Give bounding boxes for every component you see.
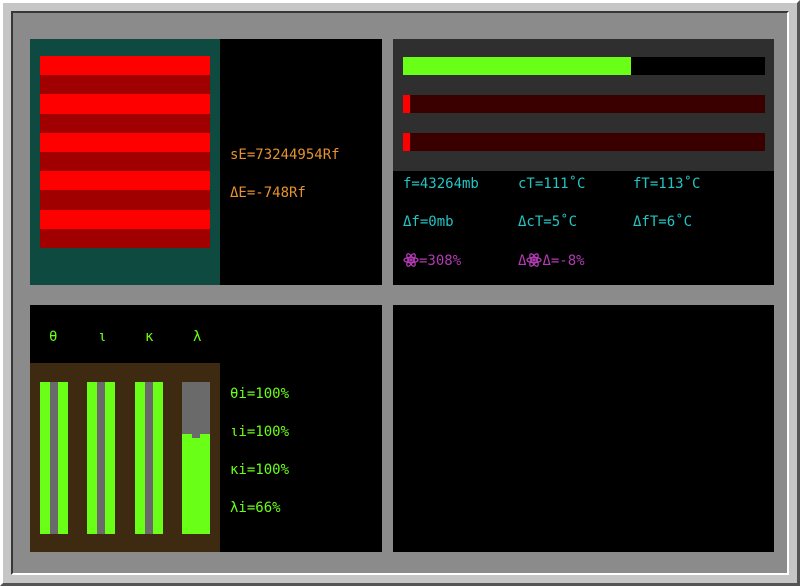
- fuel-temp-bar: [403, 133, 765, 151]
- delta-symbol: Δ: [518, 253, 527, 269]
- core-temp-delta-label: ΔcT=5˚C: [518, 214, 578, 230]
- energy-delta-label: ΔE=-748Rf: [230, 185, 306, 201]
- energy-stripe: [40, 190, 210, 210]
- cell-readout-kappa: κi=100%: [230, 462, 290, 478]
- energy-stripe: [40, 113, 210, 133]
- radiation-readout: =308%: [403, 252, 461, 269]
- energy-stripe: [40, 171, 210, 191]
- energy-stripe: [40, 228, 210, 248]
- core-temp-bar-fill: [403, 95, 411, 113]
- cell-kappa-gap: [145, 382, 153, 534]
- cell-iota: [87, 382, 115, 534]
- cell-lambda: [182, 382, 210, 534]
- empty-panel: [393, 305, 774, 552]
- radiation-delta-label: Δ=-8%: [542, 253, 585, 269]
- atom-icon: [403, 253, 419, 267]
- fuel-temp-label: fT=113˚C: [633, 176, 701, 192]
- cell-label-iota: ι: [98, 329, 107, 345]
- cell-theta: [40, 382, 68, 534]
- energy-stripe: [40, 209, 210, 229]
- cell-readout-lambda: λi=66%: [230, 500, 281, 516]
- cells-box: [30, 363, 220, 552]
- cell-label-lambda: λ: [193, 329, 202, 345]
- energy-stripe: [40, 94, 210, 114]
- bars-box: [393, 39, 774, 171]
- cell-lambda-fill: [182, 433, 210, 534]
- energy-stripe: [40, 56, 210, 76]
- radiation-label: =308%: [419, 253, 462, 269]
- cell-kappa: [135, 382, 163, 534]
- cell-theta-gap: [50, 382, 58, 534]
- fuel-temp-delta-label: ΔfT=6˚C: [633, 214, 693, 230]
- radiation-delta-readout: Δ Δ=-8%: [518, 252, 585, 269]
- panel-grid: sE=73244954Rf ΔE=-748Rf f=43264mb cT=111…: [11, 11, 789, 575]
- energy-stripe: [40, 151, 210, 172]
- cell-lambda-gap: [192, 382, 200, 439]
- energy-stack: [40, 56, 210, 248]
- cell-label-kappa: κ: [145, 329, 154, 345]
- energy-stripe: [40, 75, 210, 95]
- cells-panel: θ ι κ λ θi=100% ιi=100% κi=100% λi=66%: [30, 305, 382, 552]
- window-frame: sE=73244954Rf ΔE=-748Rf f=43264mb cT=111…: [0, 0, 800, 586]
- cell-readout-theta: θi=100%: [230, 386, 290, 402]
- core-temp-label: cT=111˚C: [518, 176, 586, 192]
- energy-stripe: [40, 132, 210, 152]
- gauges-panel: f=43264mb cT=111˚C fT=113˚C Δf=0mb ΔcT=5…: [393, 39, 774, 285]
- energy-stored-label: sE=73244954Rf: [230, 147, 340, 163]
- fuel-label: f=43264mb: [403, 176, 479, 192]
- fuel-delta-label: Δf=0mb: [403, 214, 454, 230]
- energy-stack-box: [30, 39, 220, 285]
- atom-icon: [526, 253, 543, 267]
- core-temp-bar: [403, 95, 765, 113]
- cell-label-theta: θ: [49, 329, 58, 345]
- energy-panel: sE=73244954Rf ΔE=-748Rf: [30, 39, 382, 285]
- cell-iota-gap: [97, 382, 105, 534]
- fuel-bar-fill: [403, 57, 632, 75]
- fuel-bar: [403, 57, 765, 75]
- cell-readout-iota: ιi=100%: [230, 424, 290, 440]
- fuel-temp-bar-fill: [403, 133, 411, 151]
